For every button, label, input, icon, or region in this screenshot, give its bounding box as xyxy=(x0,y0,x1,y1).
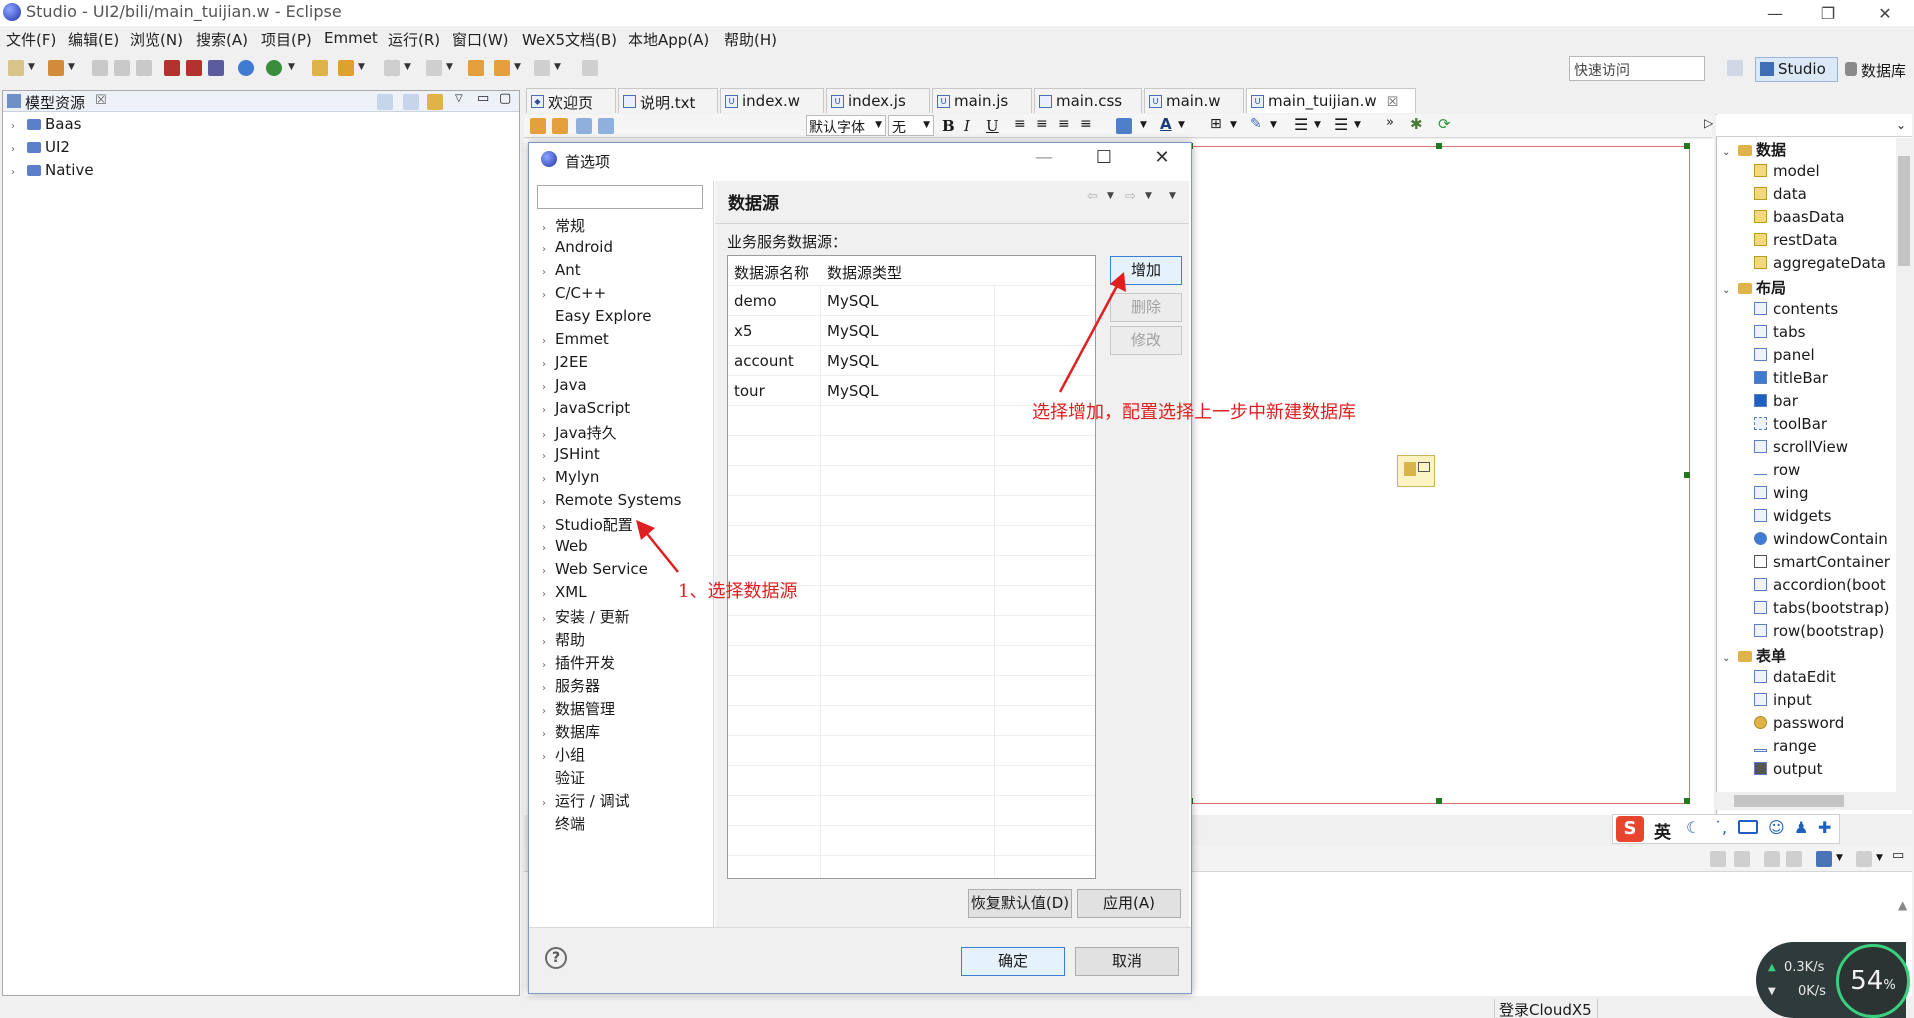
annotation-step1: 1、选择数据源 xyxy=(678,581,798,602)
annotation-arrows xyxy=(636,272,1126,573)
annotation-step2: 选择增加，配置选择上一步中新建数据库 xyxy=(1032,402,1356,423)
arrowhead-icon xyxy=(636,520,655,540)
annotation-arrow-1 xyxy=(643,529,679,573)
arrowhead-icon xyxy=(1110,272,1126,292)
annotation-arrow-2 xyxy=(1058,283,1120,393)
